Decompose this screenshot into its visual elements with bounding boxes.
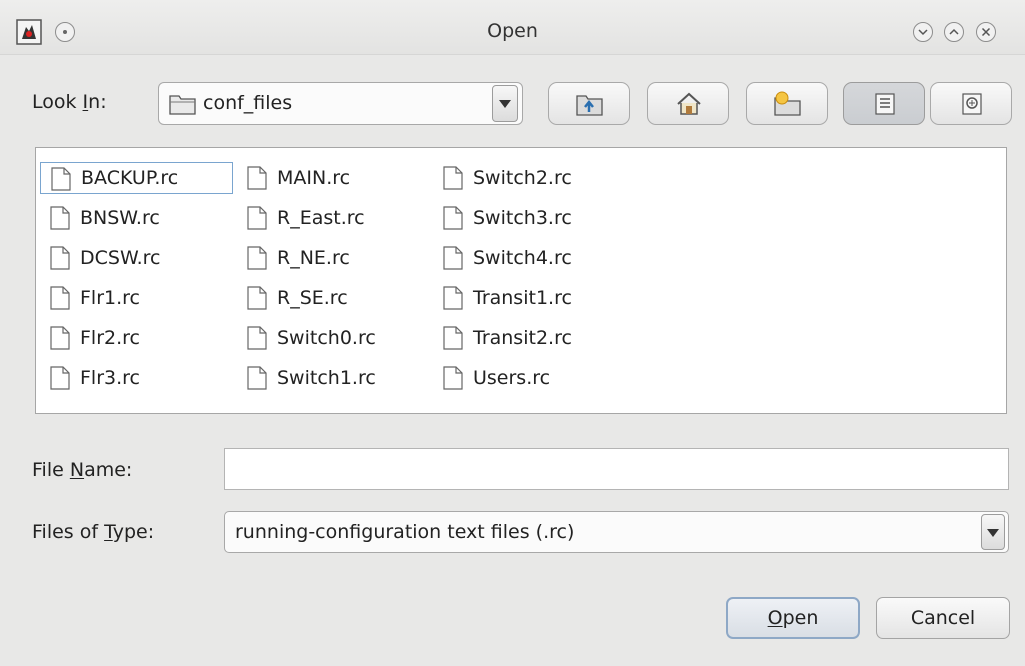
file-item[interactable]: MAIN.rc bbox=[237, 162, 425, 194]
file-name-label-mnemonic: N bbox=[69, 459, 85, 481]
file-name-label: MAIN.rc bbox=[277, 167, 351, 189]
file-item[interactable]: R_East.rc bbox=[237, 202, 425, 234]
files-of-type-dropdown-arrow[interactable] bbox=[981, 514, 1005, 550]
look-in-label-suffix: n: bbox=[88, 91, 107, 113]
file-item[interactable]: Transit1.rc bbox=[433, 282, 623, 314]
open-button[interactable]: Open bbox=[726, 597, 860, 639]
file-name-label: Switch0.rc bbox=[277, 327, 376, 349]
file-name-label-prefix: File bbox=[32, 459, 70, 481]
look-in-dropdown-arrow[interactable] bbox=[492, 85, 518, 122]
file-item[interactable]: Flr2.rc bbox=[40, 322, 233, 354]
file-name-label: Transit1.rc bbox=[473, 287, 572, 309]
file-name-label: Flr3.rc bbox=[80, 367, 140, 389]
file-name-label: Users.rc bbox=[473, 367, 551, 389]
file-item[interactable]: R_SE.rc bbox=[237, 282, 425, 314]
file-name-label: BNSW.rc bbox=[80, 207, 160, 229]
file-item[interactable]: Switch1.rc bbox=[237, 362, 425, 394]
file-name-label: Switch2.rc bbox=[473, 167, 572, 189]
file-name-label: Switch3.rc bbox=[473, 207, 572, 229]
cancel-button[interactable]: Cancel bbox=[876, 597, 1010, 639]
file-list[interactable]: BACKUP.rc BNSW.rc DCSW.rc Flr1.rc Flr2.rc Flr… bbox=[35, 147, 1007, 414]
files-of-type-value: running-configuration text files (.rc) bbox=[235, 521, 575, 543]
home-button[interactable] bbox=[647, 82, 729, 125]
file-item[interactable]: BACKUP.rc bbox=[40, 162, 233, 194]
file-name-label: DCSW.rc bbox=[80, 247, 161, 269]
file-item[interactable]: Transit2.rc bbox=[433, 322, 623, 354]
file-name-label: File Name: bbox=[32, 459, 132, 481]
details-view-button[interactable] bbox=[930, 82, 1012, 125]
open-button-label: pen bbox=[782, 607, 819, 629]
look-in-label-prefix: Look bbox=[32, 91, 83, 113]
window-title: Open bbox=[487, 20, 538, 42]
file-item[interactable]: R_NE.rc bbox=[237, 242, 425, 274]
file-name-label: BACKUP.rc bbox=[81, 167, 179, 189]
file-item[interactable]: Switch0.rc bbox=[237, 322, 425, 354]
files-of-type-combo[interactable]: running-configuration text files (.rc) bbox=[224, 511, 1009, 553]
file-name-label: R_NE.rc bbox=[277, 247, 350, 269]
file-item[interactable]: Users.rc bbox=[433, 362, 623, 394]
file-item[interactable]: Switch2.rc bbox=[433, 162, 623, 194]
file-item[interactable]: Switch3.rc bbox=[433, 202, 623, 234]
file-name-label: Switch4.rc bbox=[473, 247, 572, 269]
look-in-combo[interactable]: conf_files bbox=[158, 82, 523, 125]
file-item[interactable]: DCSW.rc bbox=[40, 242, 233, 274]
list-view-button[interactable] bbox=[843, 82, 925, 125]
file-item[interactable]: Flr3.rc bbox=[40, 362, 233, 394]
file-item[interactable]: Flr1.rc bbox=[40, 282, 233, 314]
files-of-type-label-prefix: Files of bbox=[32, 521, 105, 543]
file-name-label: Flr2.rc bbox=[80, 327, 140, 349]
minimize-button[interactable] bbox=[913, 22, 933, 42]
file-name-label: R_East.rc bbox=[277, 207, 365, 229]
close-button[interactable] bbox=[976, 22, 996, 42]
up-one-level-button[interactable] bbox=[548, 82, 630, 125]
open-button-mnemonic: O bbox=[767, 607, 783, 629]
look-in-label: Look In: bbox=[32, 91, 107, 113]
file-name-label: Flr1.rc bbox=[80, 287, 140, 309]
look-in-value: conf_files bbox=[203, 92, 293, 114]
files-of-type-label-suffix: ype: bbox=[112, 521, 155, 543]
file-name-field[interactable] bbox=[224, 448, 1009, 490]
new-folder-button[interactable] bbox=[746, 82, 828, 125]
maximize-button[interactable] bbox=[944, 22, 964, 42]
title-bar[interactable]: Open bbox=[0, 0, 1025, 55]
file-name-label-suffix: ame: bbox=[84, 459, 133, 481]
file-item[interactable]: BNSW.rc bbox=[40, 202, 233, 234]
files-of-type-label-mnemonic: T bbox=[104, 521, 113, 543]
file-name-label: Transit2.rc bbox=[473, 327, 572, 349]
folder-icon bbox=[169, 92, 197, 120]
file-item[interactable]: Switch4.rc bbox=[433, 242, 623, 274]
file-name-label: Switch1.rc bbox=[277, 367, 376, 389]
files-of-type-label: Files of Type: bbox=[32, 521, 154, 543]
file-name-label: R_SE.rc bbox=[277, 287, 348, 309]
